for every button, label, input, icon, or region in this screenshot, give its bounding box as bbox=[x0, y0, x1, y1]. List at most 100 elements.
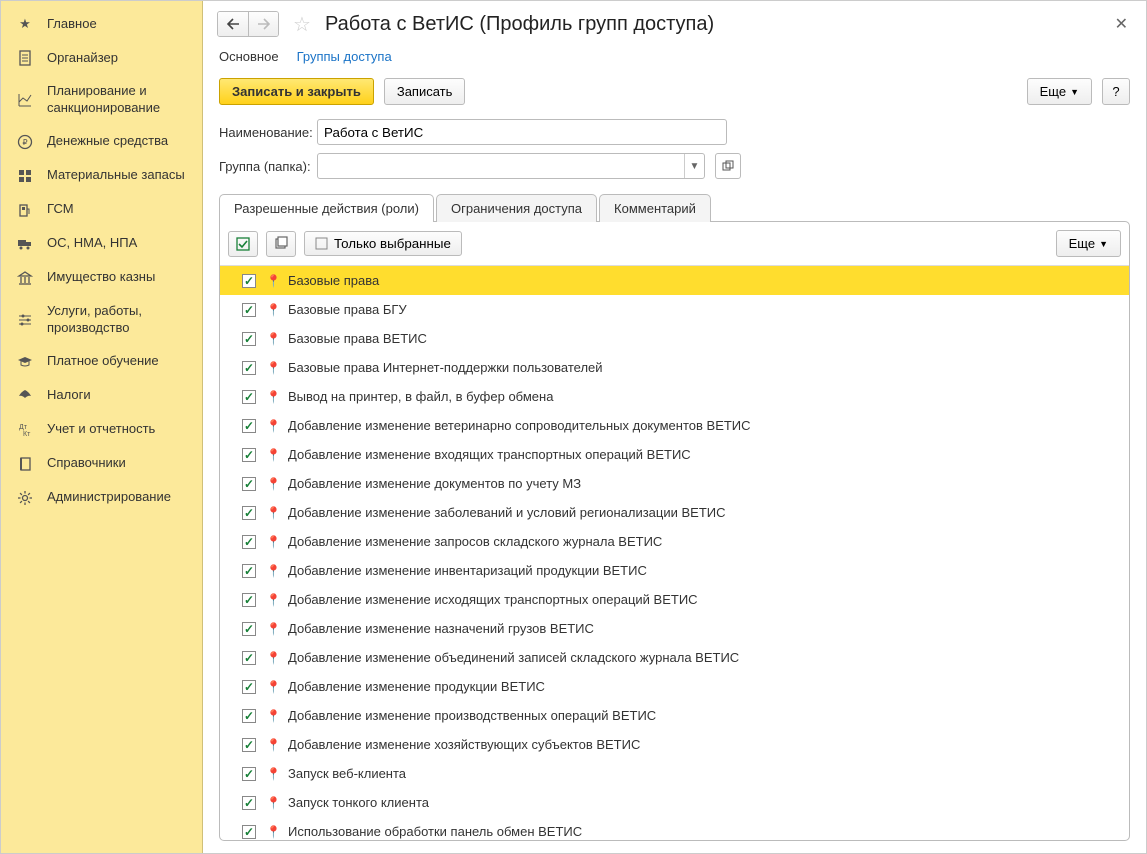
pin-icon: 📍 bbox=[266, 419, 278, 433]
checkbox[interactable]: ✓ bbox=[242, 709, 256, 723]
sidebar-item-materials[interactable]: Материальные запасы bbox=[1, 159, 202, 193]
role-row[interactable]: ✓📍Добавление изменение инвентаризаций пр… bbox=[220, 556, 1129, 585]
role-row[interactable]: ✓📍Вывод на принтер, в файл, в буфер обме… bbox=[220, 382, 1129, 411]
role-row[interactable]: ✓📍Добавление изменение ветеринарно сопро… bbox=[220, 411, 1129, 440]
checkbox[interactable]: ✓ bbox=[242, 622, 256, 636]
checkbox[interactable]: ✓ bbox=[242, 680, 256, 694]
sidebar-item-organizer[interactable]: Органайзер bbox=[1, 41, 202, 75]
role-label: Базовые права ВЕТИС bbox=[288, 331, 427, 346]
checkbox[interactable]: ✓ bbox=[242, 738, 256, 752]
sidebar-item-treasury[interactable]: Имущество казны bbox=[1, 261, 202, 295]
role-row[interactable]: ✓📍Базовые права Интернет-поддержки польз… bbox=[220, 353, 1129, 382]
checkbox[interactable]: ✓ bbox=[242, 390, 256, 404]
sidebar-item-label: Денежные средства bbox=[47, 133, 168, 150]
tabs: Разрешенные действия (роли) Ограничения … bbox=[219, 193, 1130, 221]
favorite-star-icon[interactable]: ☆ bbox=[293, 12, 311, 37]
more-button[interactable]: Еще▼ bbox=[1027, 78, 1092, 105]
role-row[interactable]: ✓📍Добавление изменение объединений запис… bbox=[220, 643, 1129, 672]
uncheck-all-button[interactable] bbox=[266, 231, 296, 257]
checkbox[interactable]: ✓ bbox=[242, 535, 256, 549]
save-close-button[interactable]: Записать и закрыть bbox=[219, 78, 374, 105]
checkbox[interactable]: ✓ bbox=[242, 796, 256, 810]
only-selected-toggle[interactable]: Только выбранные bbox=[304, 231, 462, 256]
forward-button[interactable] bbox=[248, 12, 278, 36]
sidebar-item-label: Главное bbox=[47, 16, 97, 33]
pin-icon: 📍 bbox=[266, 738, 278, 752]
tab-restrictions[interactable]: Ограничения доступа bbox=[436, 194, 597, 222]
role-row[interactable]: ✓📍Запуск веб-клиента bbox=[220, 759, 1129, 788]
checkbox[interactable]: ✓ bbox=[242, 767, 256, 781]
checkbox[interactable]: ✓ bbox=[242, 651, 256, 665]
checkbox[interactable]: ✓ bbox=[242, 274, 256, 288]
roles-list[interactable]: ✓📍Базовые права✓📍Базовые права БГУ✓📍Базо… bbox=[220, 265, 1129, 840]
subtab-main[interactable]: Основное bbox=[219, 49, 279, 64]
checkbox[interactable]: ✓ bbox=[242, 825, 256, 839]
report-icon: ДтКт bbox=[15, 422, 35, 438]
sidebar-item-main[interactable]: ★ Главное bbox=[1, 7, 202, 41]
checkbox[interactable]: ✓ bbox=[242, 448, 256, 462]
panel-toolbar: Только выбранные Еще▼ bbox=[220, 222, 1129, 265]
tab-comment[interactable]: Комментарий bbox=[599, 194, 711, 222]
checkbox[interactable]: ✓ bbox=[242, 303, 256, 317]
panel-more-button[interactable]: Еще▼ bbox=[1056, 230, 1121, 257]
back-button[interactable] bbox=[218, 12, 248, 36]
role-row[interactable]: ✓📍Базовые права ВЕТИС bbox=[220, 324, 1129, 353]
more-label: Еще bbox=[1040, 84, 1066, 99]
checkbox[interactable]: ✓ bbox=[242, 332, 256, 346]
subtabs: Основное Группы доступа bbox=[203, 45, 1146, 74]
grid-icon bbox=[15, 168, 35, 184]
sidebar-item-label: Материальные запасы bbox=[47, 167, 185, 184]
role-label: Добавление изменение исходящих транспорт… bbox=[288, 592, 698, 607]
name-input[interactable] bbox=[317, 119, 727, 145]
tab-panel: Только выбранные Еще▼ ✓📍Базовые права✓📍Б… bbox=[219, 221, 1130, 841]
sidebar-item-accounting[interactable]: ДтКт Учет и отчетность bbox=[1, 413, 202, 447]
sidebar-item-fuel[interactable]: ГСМ bbox=[1, 193, 202, 227]
sliders-icon bbox=[15, 312, 35, 328]
checkbox[interactable]: ✓ bbox=[242, 477, 256, 491]
tab-roles[interactable]: Разрешенные действия (роли) bbox=[219, 194, 434, 222]
star-icon: ★ bbox=[15, 16, 35, 32]
dropdown-icon[interactable]: ▼ bbox=[684, 154, 704, 178]
role-row[interactable]: ✓📍Добавление изменение документов по уче… bbox=[220, 469, 1129, 498]
subtab-groups[interactable]: Группы доступа bbox=[297, 49, 392, 64]
checkbox[interactable]: ✓ bbox=[242, 564, 256, 578]
open-dialog-button[interactable] bbox=[715, 153, 741, 179]
save-button[interactable]: Записать bbox=[384, 78, 466, 105]
checkbox[interactable]: ✓ bbox=[242, 506, 256, 520]
role-row[interactable]: ✓📍Базовые права БГУ bbox=[220, 295, 1129, 324]
role-row[interactable]: ✓📍Добавление изменение хозяйствующих суб… bbox=[220, 730, 1129, 759]
role-row[interactable]: ✓📍Добавление изменение продукции ВЕТИС bbox=[220, 672, 1129, 701]
role-row[interactable]: ✓📍Добавление изменение входящих транспор… bbox=[220, 440, 1129, 469]
role-row[interactable]: ✓📍Добавление изменение производственных … bbox=[220, 701, 1129, 730]
sidebar-item-admin[interactable]: Администрирование bbox=[1, 481, 202, 515]
building-icon bbox=[15, 270, 35, 286]
close-button[interactable]: ✕ bbox=[1111, 14, 1132, 34]
role-label: Добавление изменение производственных оп… bbox=[288, 708, 656, 723]
role-row[interactable]: ✓📍Добавление изменение запросов складско… bbox=[220, 527, 1129, 556]
role-row[interactable]: ✓📍Базовые права bbox=[220, 266, 1129, 295]
role-row[interactable]: ✓📍Добавление изменение исходящих транспо… bbox=[220, 585, 1129, 614]
role-row[interactable]: ✓📍Запуск тонкого клиента bbox=[220, 788, 1129, 817]
sidebar-item-references[interactable]: Справочники bbox=[1, 447, 202, 481]
role-label: Использование обработки панель обмен ВЕТ… bbox=[288, 824, 582, 839]
sidebar-item-planning[interactable]: Планирование и санкционирование bbox=[1, 75, 202, 125]
sidebar-item-label: ГСМ bbox=[47, 201, 74, 218]
sidebar-item-services[interactable]: Услуги, работы, производство bbox=[1, 295, 202, 345]
checkbox[interactable]: ✓ bbox=[242, 593, 256, 607]
sidebar-item-money[interactable]: ₽ Денежные средства bbox=[1, 125, 202, 159]
role-row[interactable]: ✓📍Добавление изменение заболеваний и усл… bbox=[220, 498, 1129, 527]
help-button[interactable]: ? bbox=[1102, 78, 1130, 105]
checkbox[interactable]: ✓ bbox=[242, 361, 256, 375]
svg-text:₽: ₽ bbox=[22, 138, 27, 147]
sidebar-item-assets[interactable]: ОС, НМА, НПА bbox=[1, 227, 202, 261]
check-all-button[interactable] bbox=[228, 231, 258, 257]
group-select[interactable]: ▼ bbox=[317, 153, 705, 179]
sidebar-item-education[interactable]: Платное обучение bbox=[1, 345, 202, 379]
checkbox[interactable]: ✓ bbox=[242, 419, 256, 433]
role-label: Запуск веб-клиента bbox=[288, 766, 406, 781]
pin-icon: 📍 bbox=[266, 274, 278, 288]
sidebar-item-taxes[interactable]: Налоги bbox=[1, 379, 202, 413]
role-row[interactable]: ✓📍Добавление изменение назначений грузов… bbox=[220, 614, 1129, 643]
role-row[interactable]: ✓📍Использование обработки панель обмен В… bbox=[220, 817, 1129, 840]
nav-buttons bbox=[217, 11, 279, 37]
